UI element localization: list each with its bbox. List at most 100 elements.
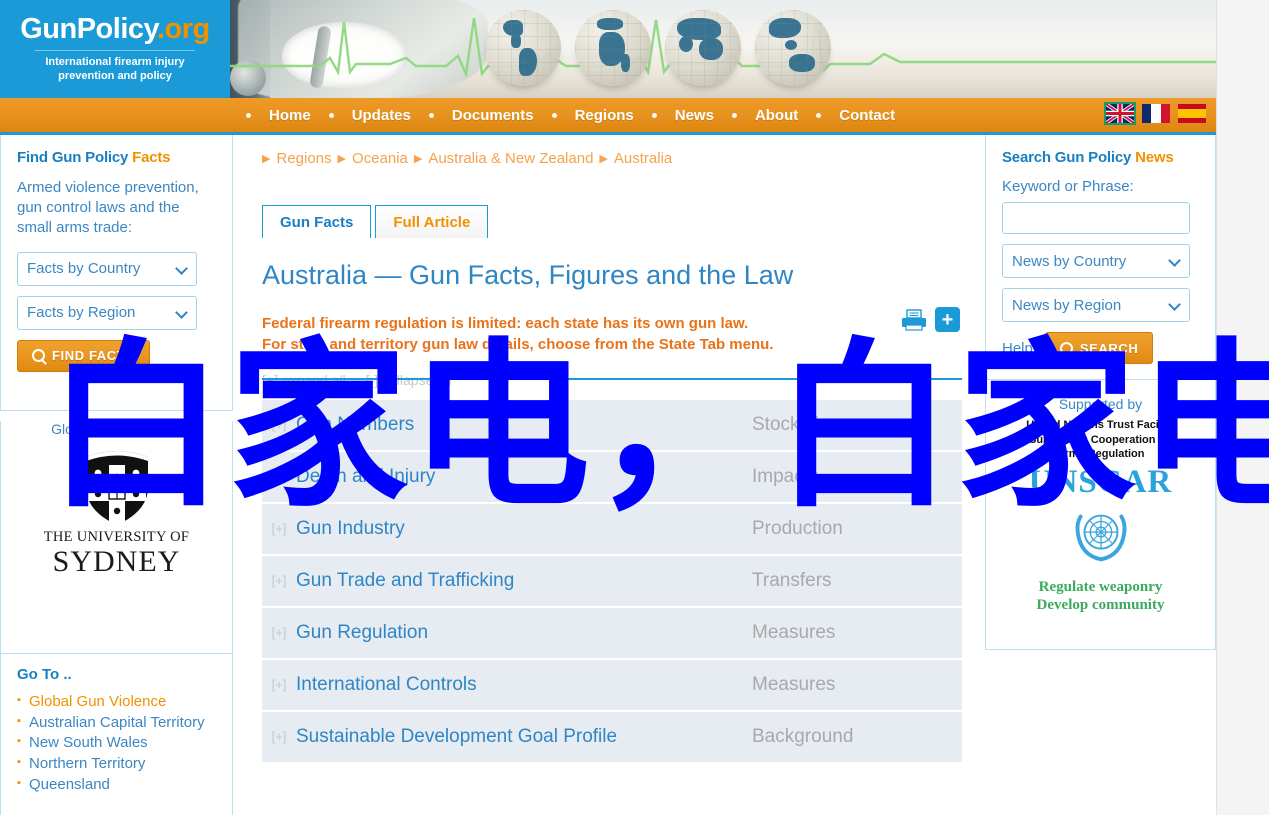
chevron-down-icon <box>1168 254 1181 267</box>
globe-americas-icon <box>485 10 561 86</box>
breadcrumb-item-oceania[interactable]: Oceania <box>352 150 408 167</box>
keyword-label: Keyword or Phrase: <box>1002 178 1134 195</box>
news-search-button[interactable]: SEARCH <box>1044 332 1154 364</box>
unscar-wordmark: UNSCAR <box>1028 463 1173 500</box>
news-by-region-select[interactable]: News by Region <box>1002 288 1190 322</box>
fact-sections-table: [+] Gun Numbers Stockpile [+] Death and … <box>262 399 962 762</box>
unscar-tagline-line-2: Develop community <box>1036 596 1165 613</box>
keyword-input[interactable] <box>1002 202 1190 234</box>
sponsor-label: Global research from <box>51 421 182 437</box>
goto-item-act[interactable]: Australian Capital Territory <box>17 713 216 734</box>
row-category: Measures <box>752 621 836 643</box>
facts-by-region-label: Facts by Region <box>27 304 136 322</box>
facts-by-region-select[interactable]: Facts by Region <box>17 295 197 330</box>
table-row[interactable]: [+] Gun Trade and Trafficking Transfers <box>262 555 962 606</box>
unscar-tagline: Regulate weaponry Develop community <box>986 578 1215 614</box>
site-banner: GunPolicy.org International firearm inju… <box>0 0 1216 98</box>
right-sidebar: Search Gun Policy News Keyword or Phrase… <box>985 135 1216 815</box>
left-sidebar: Find Gun Policy Facts Armed violence pre… <box>0 135 233 815</box>
print-icon[interactable] <box>901 308 927 331</box>
row-label: Death and Injury <box>296 465 436 487</box>
nav-bullet-icon <box>551 112 557 118</box>
breadcrumb-item-anz[interactable]: Australia & New Zealand <box>428 150 593 167</box>
breadcrumb-item-australia[interactable]: Australia <box>614 150 672 167</box>
search-icon <box>32 349 45 363</box>
usyd-line-1: THE UNIVERSITY OF <box>43 529 190 545</box>
goto-item-nt[interactable]: Northern Territory <box>17 754 216 775</box>
row-toggle-icon[interactable]: [+] <box>262 729 296 744</box>
unscar-subtitle-line-2: Supporting Cooperation on <box>1029 433 1172 446</box>
goto-heading: Go To .. <box>17 666 72 683</box>
nav-item-contact[interactable]: Contact <box>835 107 899 124</box>
flag-uk-icon[interactable] <box>1104 102 1136 125</box>
find-facts-button-label: FIND FACTS <box>52 348 135 364</box>
usyd-logo[interactable]: THE UNIVERSITY OF SYDNEY <box>34 443 199 578</box>
chevron-down-icon <box>175 261 188 275</box>
table-row[interactable]: [+] Death and Injury Impacts <box>262 451 962 502</box>
row-label: Gun Regulation <box>296 621 429 643</box>
tab-underline <box>262 378 962 380</box>
warning-line-2: For state and territory gun law details,… <box>262 336 774 354</box>
nav-bullet-icon <box>731 112 737 118</box>
globe-asia-icon <box>665 10 741 86</box>
chevron-down-icon <box>175 305 188 319</box>
main-navigation: Home Updates Documents Regions News Abou… <box>0 98 1216 132</box>
content-tabs: Gun Facts Full Article <box>262 205 985 238</box>
goto-item-nsw[interactable]: New South Wales <box>17 733 216 754</box>
facts-by-country-select[interactable]: Facts by Country <box>17 251 197 286</box>
table-row[interactable]: [+] Gun Regulation Measures <box>262 607 962 658</box>
nav-bullet-icon <box>428 112 434 118</box>
nav-item-regions[interactable]: Regions <box>571 107 638 124</box>
logo-wordmark: GunPolicy.org <box>20 13 210 46</box>
flag-spain-icon[interactable] <box>1178 104 1206 123</box>
row-toggle-icon[interactable]: [+] <box>262 573 296 588</box>
news-search-button-label: SEARCH <box>1079 340 1139 356</box>
breadcrumb-arrow-icon: ▶ <box>413 153 423 165</box>
chevron-down-icon <box>1168 298 1181 311</box>
nav-item-updates[interactable]: Updates <box>348 107 415 124</box>
flag-france-icon[interactable] <box>1142 104 1170 123</box>
find-facts-button[interactable]: FIND FACTS <box>17 339 150 372</box>
nav-item-documents[interactable]: Documents <box>448 107 538 124</box>
site-logo[interactable]: GunPolicy.org International firearm inju… <box>0 0 230 98</box>
tab-full-article[interactable]: Full Article <box>375 205 489 238</box>
row-toggle-icon[interactable]: [+] <box>262 521 296 536</box>
news-by-country-label: News by Country <box>1012 252 1127 270</box>
warning-line-1: Federal firearm regulation is limited: e… <box>262 315 749 332</box>
row-toggle-icon[interactable]: [+] <box>262 417 296 432</box>
search-icon <box>1059 341 1073 355</box>
help-link[interactable]: Help <box>1002 340 1033 357</box>
unscar-supporter-panel: Supported by United Nations Trust Facili… <box>985 380 1216 650</box>
nav-item-news[interactable]: News <box>671 107 718 124</box>
table-row[interactable]: [+] International Controls Measures <box>262 659 962 710</box>
logo-divider <box>35 50 195 52</box>
row-category: Transfers <box>752 569 832 591</box>
table-row[interactable]: [+] Sustainable Development Goal Profile… <box>262 711 962 762</box>
row-label: Gun Trade and Trafficking <box>296 569 515 591</box>
banner-artwork <box>230 0 1216 98</box>
breadcrumb: ▶ Regions ▶ Oceania ▶ Australia & New Ze… <box>233 135 985 167</box>
news-by-country-select[interactable]: News by Country <box>1002 244 1190 278</box>
row-toggle-icon[interactable]: [+] <box>262 677 296 692</box>
usyd-crest-icon <box>78 443 156 529</box>
table-row[interactable]: [+] Gun Industry Production <box>262 503 962 554</box>
goto-item-global-gun-violence[interactable]: Global Gun Violence <box>17 692 216 713</box>
breadcrumb-arrow-icon: ▶ <box>337 153 346 165</box>
nav-item-about[interactable]: About <box>751 107 802 124</box>
un-emblem-icon <box>986 501 1215 574</box>
page-root: GunPolicy.org International firearm inju… <box>0 0 1269 815</box>
news-search-panel: Search Gun Policy News Keyword or Phrase… <box>985 135 1216 380</box>
share-plus-icon[interactable]: + <box>935 307 960 332</box>
row-toggle-icon[interactable]: [+] <box>262 625 296 640</box>
row-label: Gun Numbers <box>296 413 415 435</box>
row-toggle-icon[interactable]: [+] <box>262 469 296 484</box>
nav-item-home[interactable]: Home <box>265 107 315 124</box>
page-tools: + <box>901 307 960 332</box>
breadcrumb-item-regions[interactable]: Regions <box>276 150 331 167</box>
tab-gun-facts[interactable]: Gun Facts <box>262 205 372 238</box>
table-row[interactable]: [+] Gun Numbers Stockpile <box>262 399 962 450</box>
row-category: Background <box>752 725 854 747</box>
nav-bullet-icon <box>651 112 657 118</box>
goto-item-qld[interactable]: Queensland <box>17 775 216 796</box>
row-category: Impacts <box>752 465 819 487</box>
